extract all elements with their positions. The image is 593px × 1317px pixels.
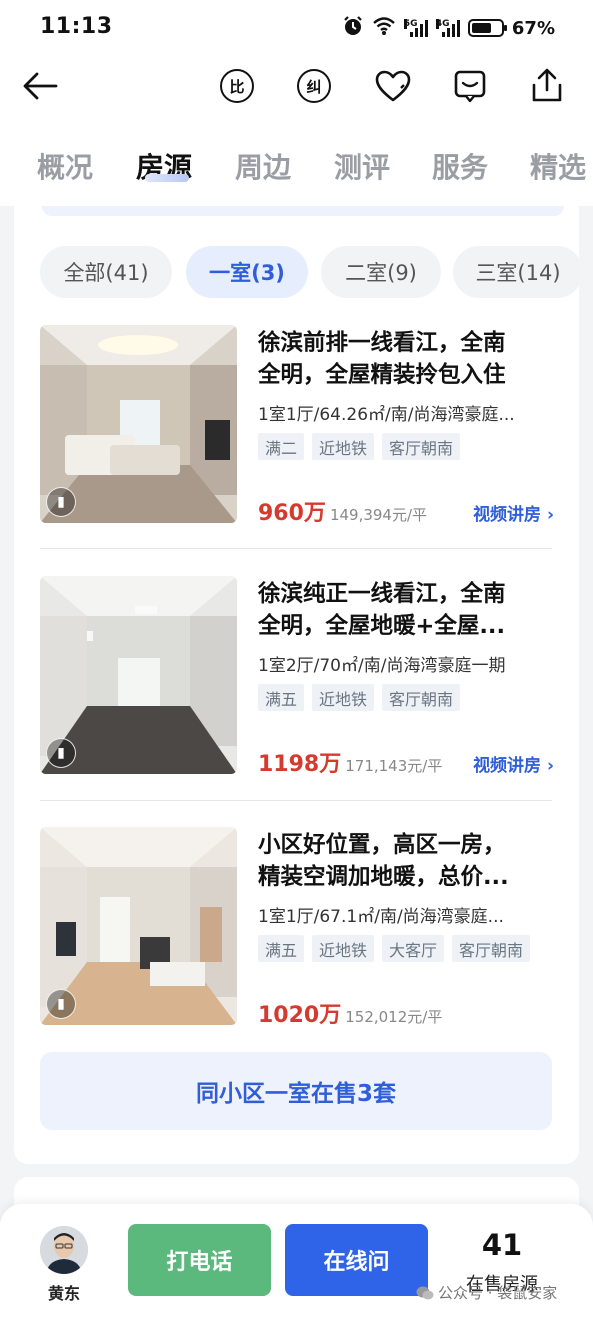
- previous-section-remnant: [42, 206, 564, 216]
- bottom-action-bar: 黄东 打电话 在线问 41 在售房源 公众号 · 袋鼠安家: [0, 1204, 593, 1317]
- price-row: 1198万 171,143元/平 视频讲房 ›: [258, 746, 554, 777]
- price-row: 1020万 152,012元/平: [258, 997, 554, 1028]
- listing-tag: 近地铁: [312, 684, 375, 711]
- back-arrow-icon: [23, 72, 58, 100]
- unit-price: 171,143元/平: [345, 757, 443, 775]
- unit-price: 152,012元/平: [345, 1008, 443, 1026]
- listing-tag: 满五: [258, 935, 305, 962]
- listing-tag: 客厅朝南: [382, 433, 461, 460]
- tab-review[interactable]: 测评: [334, 146, 390, 186]
- battery-icon: [467, 19, 507, 37]
- filter-two-room[interactable]: 二室(9): [321, 246, 441, 298]
- cellular-4g-icon: 4G: [435, 19, 460, 37]
- alarm-icon: [342, 15, 364, 42]
- unit-price: 149,394元/平: [329, 506, 428, 524]
- listing-divider: [40, 548, 552, 549]
- listing-photo[interactable]: ▮: [40, 576, 237, 774]
- listing-item[interactable]: ▮ 徐滨前排一线看江，全南 全明，全屋精装拎包入住 1室1厅/64.26㎡/南/…: [40, 325, 554, 526]
- listing-title: 徐滨纯正一线看江，全南 全明，全屋地暖+全屋...: [258, 581, 506, 639]
- video-tour-link[interactable]: 视频讲房 ›: [473, 751, 554, 776]
- listing-photo[interactable]: ▮: [40, 325, 237, 523]
- watermark-text: 公众号 · 袋鼠安家: [438, 1284, 558, 1302]
- compare-button[interactable]: 比: [217, 66, 257, 106]
- listing-divider: [40, 800, 552, 801]
- listing-tags: 满二 近地铁 客厅朝南: [258, 433, 461, 460]
- tab-surroundings[interactable]: 周边: [235, 146, 291, 186]
- listing-meta: 1室1厅/67.1㎡/南/尚海湾豪庭...: [258, 907, 504, 927]
- cellular-5g-icon: 5G: [403, 19, 428, 37]
- listing-count[interactable]: 41: [440, 1228, 564, 1262]
- call-button[interactable]: 打电话: [128, 1224, 271, 1296]
- listing-tags: 满五 近地铁 客厅朝南: [258, 684, 461, 711]
- price-row: 960万 149,394元/平 视频讲房 ›: [258, 495, 554, 526]
- listing-title: 徐滨前排一线看江，全南 全明，全屋精装拎包入住: [258, 330, 506, 388]
- agent-avatar[interactable]: [40, 1226, 88, 1274]
- favorite-heart-icon: [375, 70, 411, 102]
- note-button[interactable]: [450, 66, 490, 106]
- top-nav-bar: 比 纠: [0, 56, 593, 118]
- filter-three-room[interactable]: 三室(14): [453, 246, 579, 298]
- listing-price: 960万: [258, 501, 326, 526]
- listing-item[interactable]: ▮ 小区好位置，高区一房， 精装空调加地暖，总价... 1室1厅/67.1㎡/南…: [40, 827, 554, 1028]
- vr-tour-icon: ▮: [46, 989, 76, 1019]
- wechat-icon: [416, 1286, 434, 1299]
- same-community-button[interactable]: 同小区一室在售3套: [40, 1052, 552, 1130]
- filter-all[interactable]: 全部(41): [40, 246, 172, 298]
- listing-tag: 满二: [258, 433, 305, 460]
- status-icons: 5G 4G 67%: [342, 14, 555, 42]
- agent-name: 黄东: [47, 1284, 80, 1303]
- correct-icon: 纠: [297, 69, 331, 103]
- listing-price: 1020万: [258, 1003, 342, 1028]
- tab-overview[interactable]: 概况: [37, 146, 93, 186]
- room-filter-chips: 全部(41) 一室(3) 二室(9) 三室(14): [40, 246, 579, 298]
- share-icon: [532, 68, 562, 102]
- listing-tag: 满五: [258, 684, 305, 711]
- listing-photo[interactable]: ▮: [40, 827, 237, 1025]
- battery-percent: 67%: [511, 17, 555, 39]
- listing-price: 1198万: [258, 752, 342, 777]
- status-time: 11:13: [40, 14, 113, 39]
- video-tour-link[interactable]: 视频讲房 ›: [473, 500, 554, 525]
- listing-title: 小区好位置，高区一房， 精装空调加地暖，总价...: [258, 832, 509, 890]
- favorite-button[interactable]: [373, 66, 413, 106]
- status-bar: 11:13 5G 4G 67%: [0, 0, 593, 56]
- note-icon: [454, 70, 486, 103]
- battery-fill: [471, 23, 491, 33]
- online-chat-button[interactable]: 在线问: [285, 1224, 428, 1296]
- listing-meta: 1室1厅/64.26㎡/南/尚海湾豪庭...: [258, 405, 515, 425]
- listing-tags: 满五 近地铁 大客厅 客厅朝南: [258, 935, 531, 962]
- listing-tag: 近地铁: [312, 935, 375, 962]
- listing-tag: 近地铁: [312, 433, 375, 460]
- listing-tag: 大客厅: [382, 935, 445, 962]
- compare-icon: 比: [220, 69, 254, 103]
- correct-button[interactable]: 纠: [294, 66, 334, 106]
- vr-tour-icon: ▮: [46, 738, 76, 768]
- tab-service[interactable]: 服务: [432, 146, 488, 186]
- wifi-icon: [372, 16, 396, 41]
- listing-tag: 客厅朝南: [452, 935, 531, 962]
- listing-meta: 1室2厅/70㎡/南/尚海湾豪庭一期: [258, 656, 506, 676]
- back-button[interactable]: [20, 66, 60, 106]
- filter-one-room[interactable]: 一室(3): [186, 246, 308, 298]
- listings-card: 全部(41) 一室(3) 二室(9) 三室(14) ▮ 徐滨前排一线看江，全南 …: [14, 206, 579, 1164]
- vr-tour-icon: ▮: [46, 487, 76, 517]
- listing-tag: 客厅朝南: [382, 684, 461, 711]
- tab-featured[interactable]: 精选: [530, 146, 586, 186]
- active-tab-indicator: [145, 174, 189, 182]
- section-tabs: 概况 房源 周边 测评 服务 精选: [0, 118, 593, 206]
- share-button[interactable]: [527, 66, 567, 106]
- listing-item[interactable]: ▮ 徐滨纯正一线看江，全南 全明，全屋地暖+全屋... 1室2厅/70㎡/南/尚…: [40, 576, 554, 777]
- watermark: 公众号 · 袋鼠安家: [416, 1282, 557, 1303]
